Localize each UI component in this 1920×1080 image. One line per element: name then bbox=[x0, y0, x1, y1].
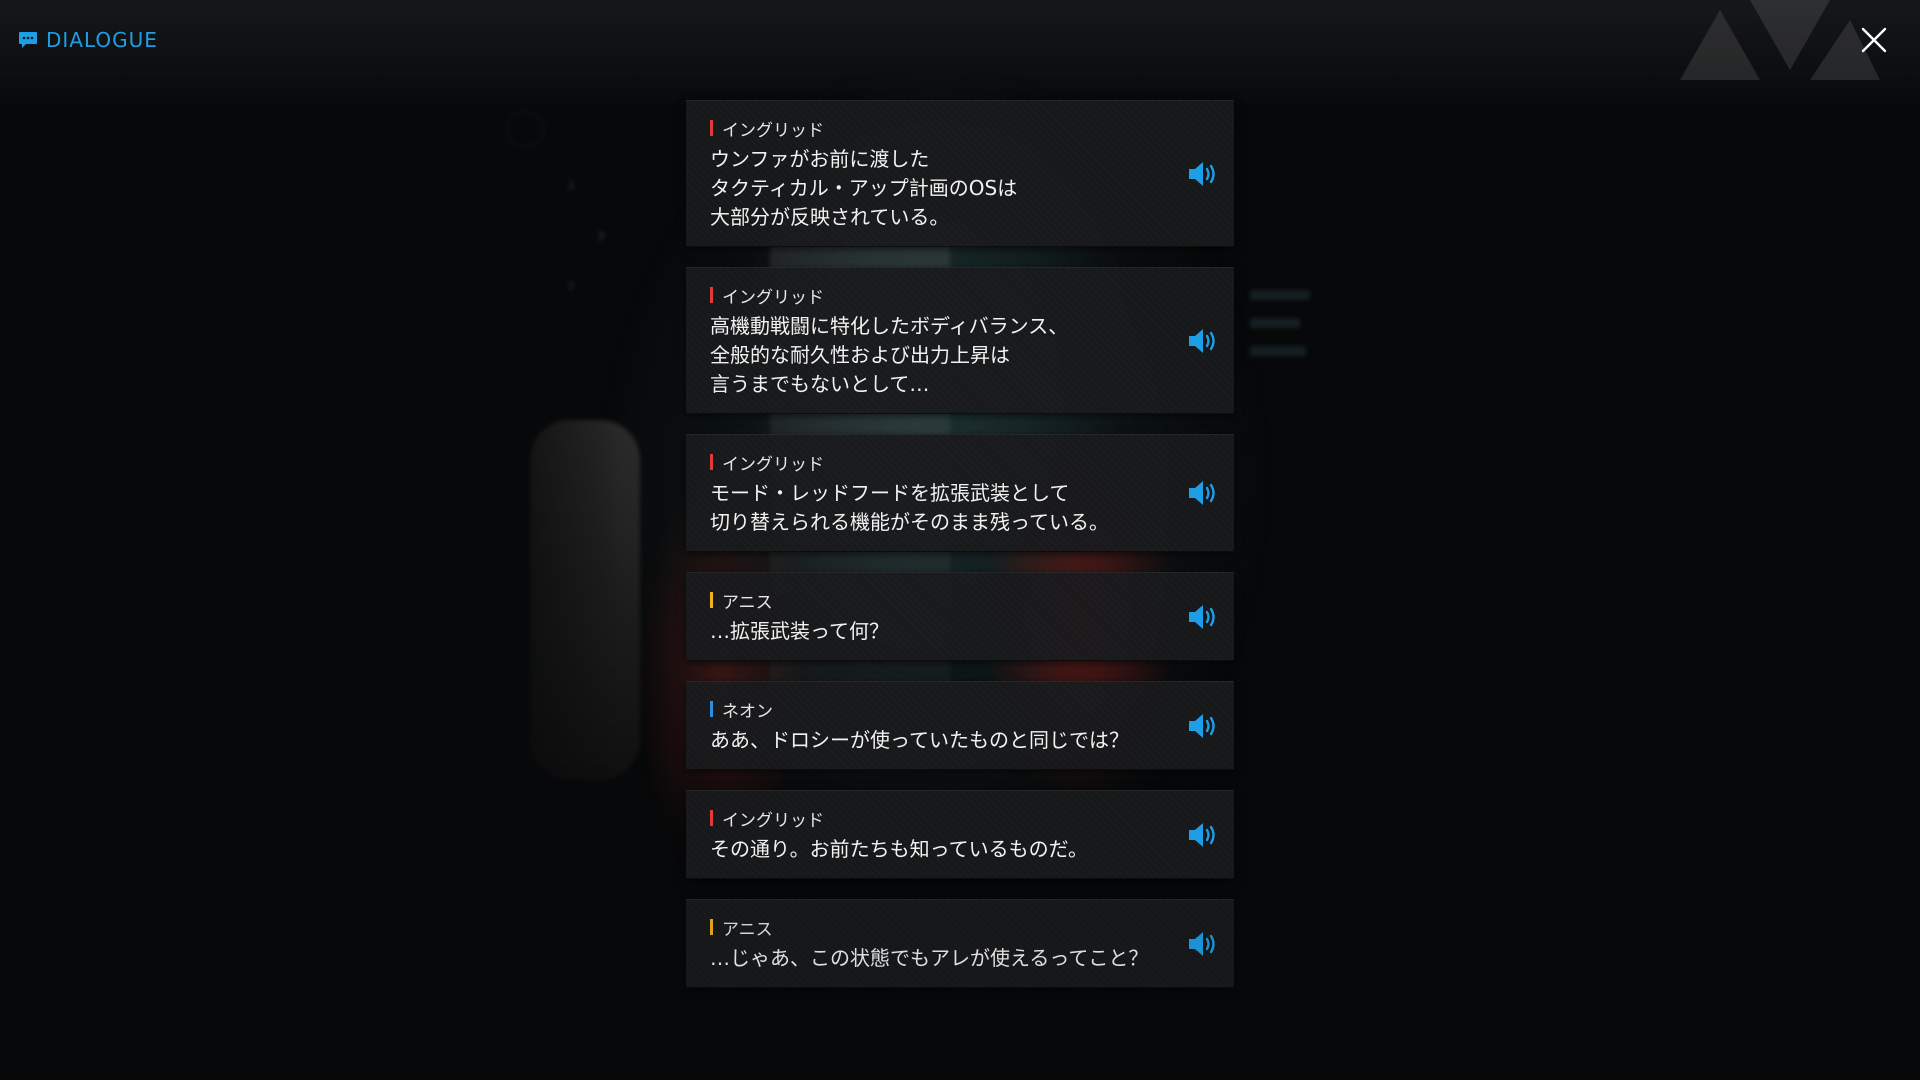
dialogue-text: …拡張武装って何？ bbox=[710, 617, 1164, 646]
speaker-name: ネオン bbox=[722, 701, 773, 722]
speaker-color-marker bbox=[710, 120, 713, 136]
dialogue-log-screen: › › › DIALOGUE イングリッド ウンファがお前に渡した タクティカル… bbox=[0, 0, 1920, 1080]
background-chevron: › bbox=[596, 220, 607, 250]
speaker-name: イングリッド bbox=[722, 454, 824, 475]
speaker-volume-icon bbox=[1189, 931, 1215, 956]
dialogue-text: その通り。お前たちも知っているものだ。 bbox=[710, 835, 1164, 864]
play-voice-button[interactable] bbox=[1186, 929, 1224, 959]
speaker-row: イングリッド bbox=[710, 284, 1164, 308]
dialogue-line: 全般的な耐久性および出力上昇は bbox=[710, 343, 1010, 367]
speaker-name: イングリッド bbox=[722, 287, 824, 308]
speaker-volume-icon bbox=[1189, 161, 1215, 186]
dialogue-line: …拡張武装って何？ bbox=[710, 619, 889, 643]
speaker-name: アニス bbox=[722, 919, 773, 940]
speaker-volume-icon bbox=[1189, 604, 1215, 629]
page-title: DIALOGUE bbox=[46, 28, 158, 52]
play-voice-button[interactable] bbox=[1186, 711, 1224, 741]
background-panel-bar bbox=[1250, 346, 1306, 356]
speaker-row: ネオン bbox=[710, 698, 1164, 722]
speaker-name: アニス bbox=[722, 592, 773, 613]
speaker-volume-icon bbox=[1189, 713, 1215, 738]
speaker-row: イングリッド bbox=[710, 117, 1164, 141]
dialogue-text: モード・レッドフードを拡張武装として切り替えられる機能がそのまま残っている。 bbox=[710, 479, 1164, 537]
dialogue-entry: アニス …拡張武装って何？ bbox=[686, 572, 1234, 661]
dialogue-line: モード・レッドフードを拡張武装として bbox=[710, 481, 1070, 505]
dialogue-entry: イングリッドモード・レッドフードを拡張武装として切り替えられる機能がそのまま残っ… bbox=[686, 434, 1234, 552]
speaker-volume-icon bbox=[1189, 822, 1215, 847]
dialogue-line: 言うまでもないとして… bbox=[710, 372, 930, 396]
dialogue-entry: イングリッドウンファがお前に渡したタクティカル・アップ計画のOSは 大部分が反映さ… bbox=[686, 100, 1234, 247]
speaker-volume-icon bbox=[1189, 481, 1215, 505]
background-ring bbox=[506, 110, 544, 148]
play-voice-button[interactable] bbox=[1186, 820, 1224, 850]
dialogue-entry: イングリッド高機動戦闘に特化したボディバランス、 全般的な耐久性および出力上昇は言… bbox=[686, 267, 1234, 414]
dialogue-text: ウンファがお前に渡したタクティカル・アップ計画のOSは 大部分が反映されている。 bbox=[710, 145, 1164, 232]
speaker-color-marker bbox=[710, 701, 713, 717]
background-panel-bar bbox=[1250, 290, 1310, 300]
speaker-volume-icon bbox=[1189, 328, 1215, 353]
dialogue-line: …じゃあ、この状態でもアレが使えるってこと？ bbox=[710, 946, 1149, 970]
dialogue-line: 切り替えられる機能がそのまま残っている。 bbox=[710, 510, 1109, 534]
speaker-name: イングリッド bbox=[722, 120, 824, 141]
speaker-color-marker bbox=[710, 592, 713, 608]
dialogue-entry: ネオンああ、ドロシーが使っていたものと同じでは？ bbox=[686, 681, 1234, 770]
speaker-row: イングリッド bbox=[710, 807, 1164, 831]
dialogue-title: DIALOGUE bbox=[18, 28, 158, 52]
dialogue-entry: イングリッドその通り。お前たちも知っているものだ。 bbox=[686, 790, 1234, 879]
dialogue-entry: アニス …じゃあ、この状態でもアレが使えるってこと？ bbox=[686, 899, 1234, 988]
play-voice-button[interactable] bbox=[1186, 326, 1224, 356]
speaker-row: アニス bbox=[710, 589, 1164, 613]
dialogue-list[interactable]: イングリッド ウンファがお前に渡した タクティカル・アップ計画のOSは 大部分が反映さ… bbox=[686, 100, 1234, 1008]
speaker-color-marker bbox=[710, 454, 713, 470]
dialogue-line: ウンファがお前に渡した bbox=[710, 147, 930, 171]
chat-bubble-icon bbox=[19, 32, 37, 48]
dialogue-text: ああ、ドロシーが使っていたものと同じでは？ bbox=[710, 726, 1164, 755]
dialogue-text: 高機動戦闘に特化したボディバランス、 全般的な耐久性および出力上昇は 言うまでもない… bbox=[710, 312, 1164, 399]
close-icon bbox=[1861, 27, 1887, 53]
dialogue-line: 高機動戦闘に特化したボディバランス、 bbox=[710, 314, 1069, 338]
dialogue-line: その通り。お前たちも知っているものだ。 bbox=[710, 837, 1088, 861]
play-voice-button[interactable] bbox=[1186, 602, 1224, 632]
background-chevron: › bbox=[566, 270, 577, 300]
dialogue-line: 大部分が反映されている。 bbox=[710, 205, 950, 229]
speaker-color-marker bbox=[710, 810, 713, 826]
speaker-row: イングリッド bbox=[710, 451, 1164, 475]
speaker-color-marker bbox=[710, 287, 713, 303]
close-button[interactable] bbox=[1858, 24, 1890, 56]
dialogue-line: タクティカル・アップ計画のOSは bbox=[710, 176, 1018, 200]
corner-pattern-decoration bbox=[1680, 0, 1880, 80]
header-bar: DIALOGUE bbox=[0, 0, 1920, 110]
speaker-color-marker bbox=[710, 919, 713, 935]
play-voice-button[interactable] bbox=[1186, 159, 1224, 189]
speaker-name: イングリッド bbox=[722, 810, 824, 831]
background-panel-bar bbox=[1250, 318, 1300, 328]
dialogue-text: …じゃあ、この状態でもアレが使えるってこと？ bbox=[710, 944, 1164, 973]
dialogue-line: ああ、ドロシーが使っていたものと同じでは？ bbox=[710, 728, 1129, 752]
play-voice-button[interactable] bbox=[1186, 478, 1224, 508]
speaker-row: アニス bbox=[710, 916, 1164, 940]
background-chevron: › bbox=[566, 170, 577, 200]
background-figure bbox=[530, 420, 640, 780]
